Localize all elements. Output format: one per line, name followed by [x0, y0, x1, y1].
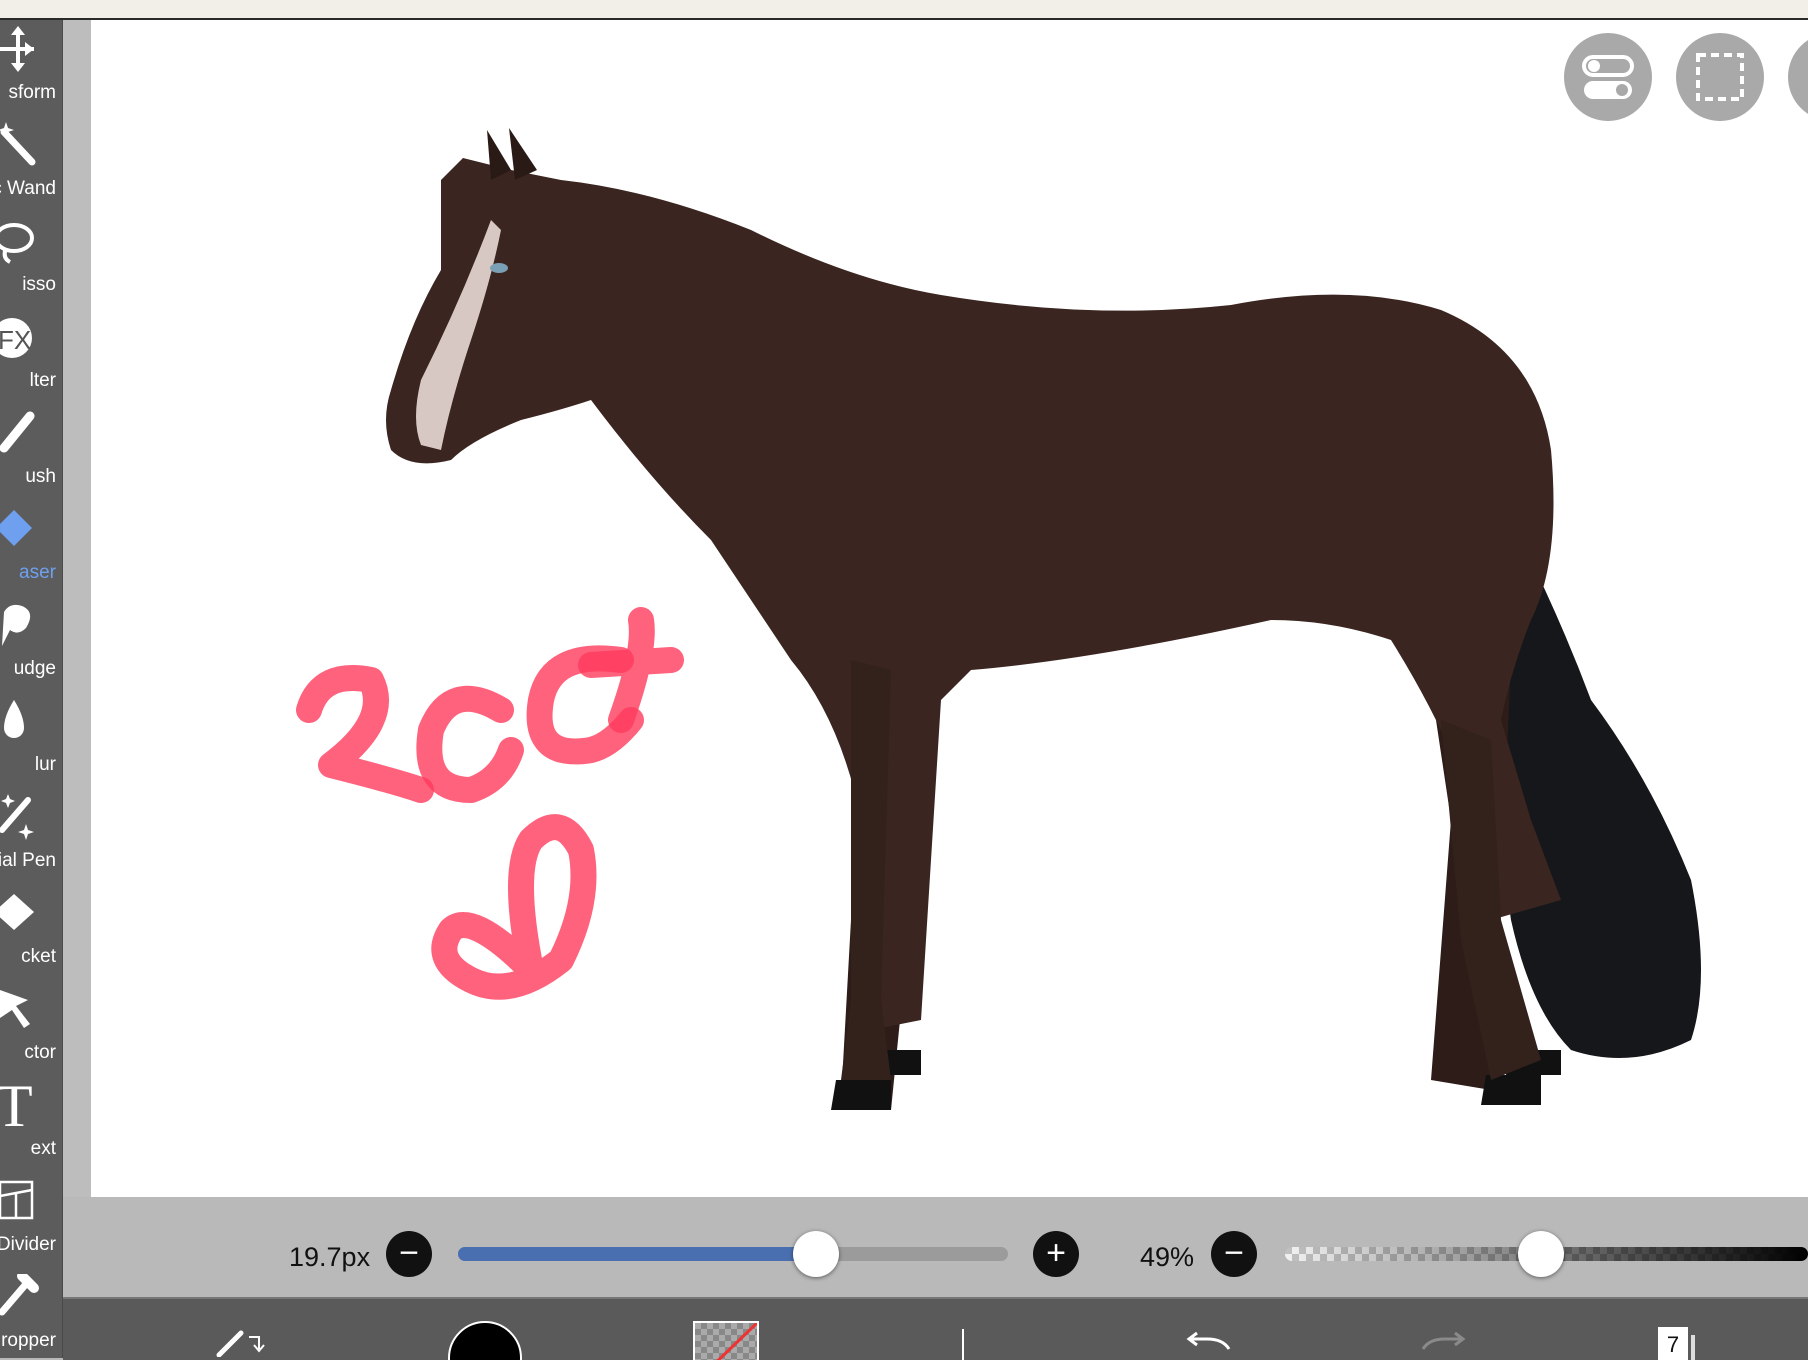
secondary-color-swatch[interactable]	[693, 1321, 759, 1360]
dashed-selection-icon	[1696, 53, 1744, 101]
minus-icon: −	[399, 1234, 419, 1272]
tool-label: Divider	[0, 1234, 56, 1255]
tool-special-pen[interactable]: ial Pen	[0, 788, 62, 884]
brush-opacity-value: 49%	[1140, 1242, 1195, 1272]
system-status-bar	[0, 0, 1808, 20]
tool-bucket[interactable]: cket	[0, 884, 62, 980]
tool-frame-divider[interactable]: Divider	[0, 1172, 62, 1268]
toggle-switch-icon	[1582, 55, 1634, 99]
filter-glyph: FX	[0, 325, 32, 355]
tool-brush[interactable]: ush	[0, 404, 62, 500]
brush-tool-switch-icon[interactable]	[213, 1327, 273, 1357]
tool-label: lter	[29, 370, 56, 391]
tool-label: c Wand	[0, 178, 56, 199]
tool-selector[interactable]: ctor	[0, 980, 62, 1076]
tool-label: ctor	[24, 1042, 56, 1063]
brush-size-slider-handle[interactable]	[792, 1231, 839, 1277]
tool-lasso[interactable]: isso	[0, 212, 62, 308]
bottom-toolbar: 7	[63, 1297, 1808, 1360]
bucket-icon	[0, 894, 34, 930]
magic-wand-icon	[0, 122, 36, 166]
minus-icon: −	[1224, 1234, 1244, 1272]
eraser-icon	[0, 510, 32, 546]
canvas-gutter	[63, 20, 91, 1200]
text-icon: T	[0, 1072, 33, 1141]
brush-settings-bar: 19.7px − + 49% −	[63, 1197, 1808, 1297]
redo-icon[interactable]	[1419, 1331, 1469, 1360]
tool-blur[interactable]: lur	[0, 692, 62, 788]
tool-eraser[interactable]: aser	[0, 500, 62, 596]
tool-label: udge	[13, 658, 56, 679]
brush-opacity-decrease-button[interactable]: −	[1211, 1231, 1257, 1277]
tool-text[interactable]: T ext	[0, 1073, 62, 1172]
horse-artwork	[296, 128, 1701, 1110]
transparent-slash-icon	[716, 1323, 757, 1360]
tool-transform[interactable]: sform	[0, 20, 62, 116]
tool-label: ial Pen	[0, 850, 56, 871]
tool-smudge[interactable]: udge	[0, 596, 62, 692]
brush-opacity-slider-handle[interactable]	[1518, 1231, 1565, 1277]
brush-size-slider[interactable]	[458, 1247, 1008, 1261]
brush-color-swatch[interactable]	[448, 1321, 522, 1360]
brush-size-increase-button[interactable]: +	[1033, 1231, 1079, 1277]
selection-button[interactable]	[1676, 33, 1764, 121]
tool-label: ropper	[1, 1330, 56, 1351]
special-pen-icon	[0, 794, 34, 840]
tool-label: ext	[30, 1138, 56, 1159]
tool-label: lur	[34, 754, 56, 775]
quick-toggle-button[interactable]	[1564, 33, 1652, 121]
undo-icon[interactable]	[1183, 1331, 1233, 1360]
tool-filter[interactable]: FX lter	[0, 308, 62, 404]
eyedropper-icon	[0, 1274, 39, 1316]
layer-count-badge[interactable]: 7	[1658, 1327, 1688, 1360]
blur-icon	[4, 700, 24, 738]
layers-stack-icon	[1691, 1335, 1695, 1360]
tool-label: cket	[21, 946, 56, 967]
transform-icon	[0, 26, 34, 72]
toolbar-divider	[962, 1329, 964, 1360]
brush-size-decrease-button[interactable]: −	[386, 1231, 432, 1277]
tool-sidebar: sform c Wand isso FX lter ush aser	[0, 20, 63, 1358]
selector-icon	[0, 990, 30, 1028]
smudge-icon	[2, 604, 31, 646]
tool-label: ush	[25, 466, 56, 487]
lasso-icon	[0, 223, 34, 264]
tool-magic-wand[interactable]: c Wand	[0, 116, 62, 212]
brush-size-value: 19.7px	[289, 1242, 371, 1272]
tool-eyedropper[interactable]: ropper	[0, 1268, 62, 1358]
brush-size-fill	[458, 1247, 816, 1261]
plus-icon: +	[1046, 1234, 1066, 1272]
tool-label: aser	[19, 562, 56, 583]
tool-label: sform	[8, 82, 57, 103]
frame-divider-icon	[0, 1180, 34, 1220]
drawing-canvas[interactable]	[91, 20, 1808, 1197]
tool-label: isso	[22, 274, 56, 295]
brush-icon	[0, 411, 35, 453]
